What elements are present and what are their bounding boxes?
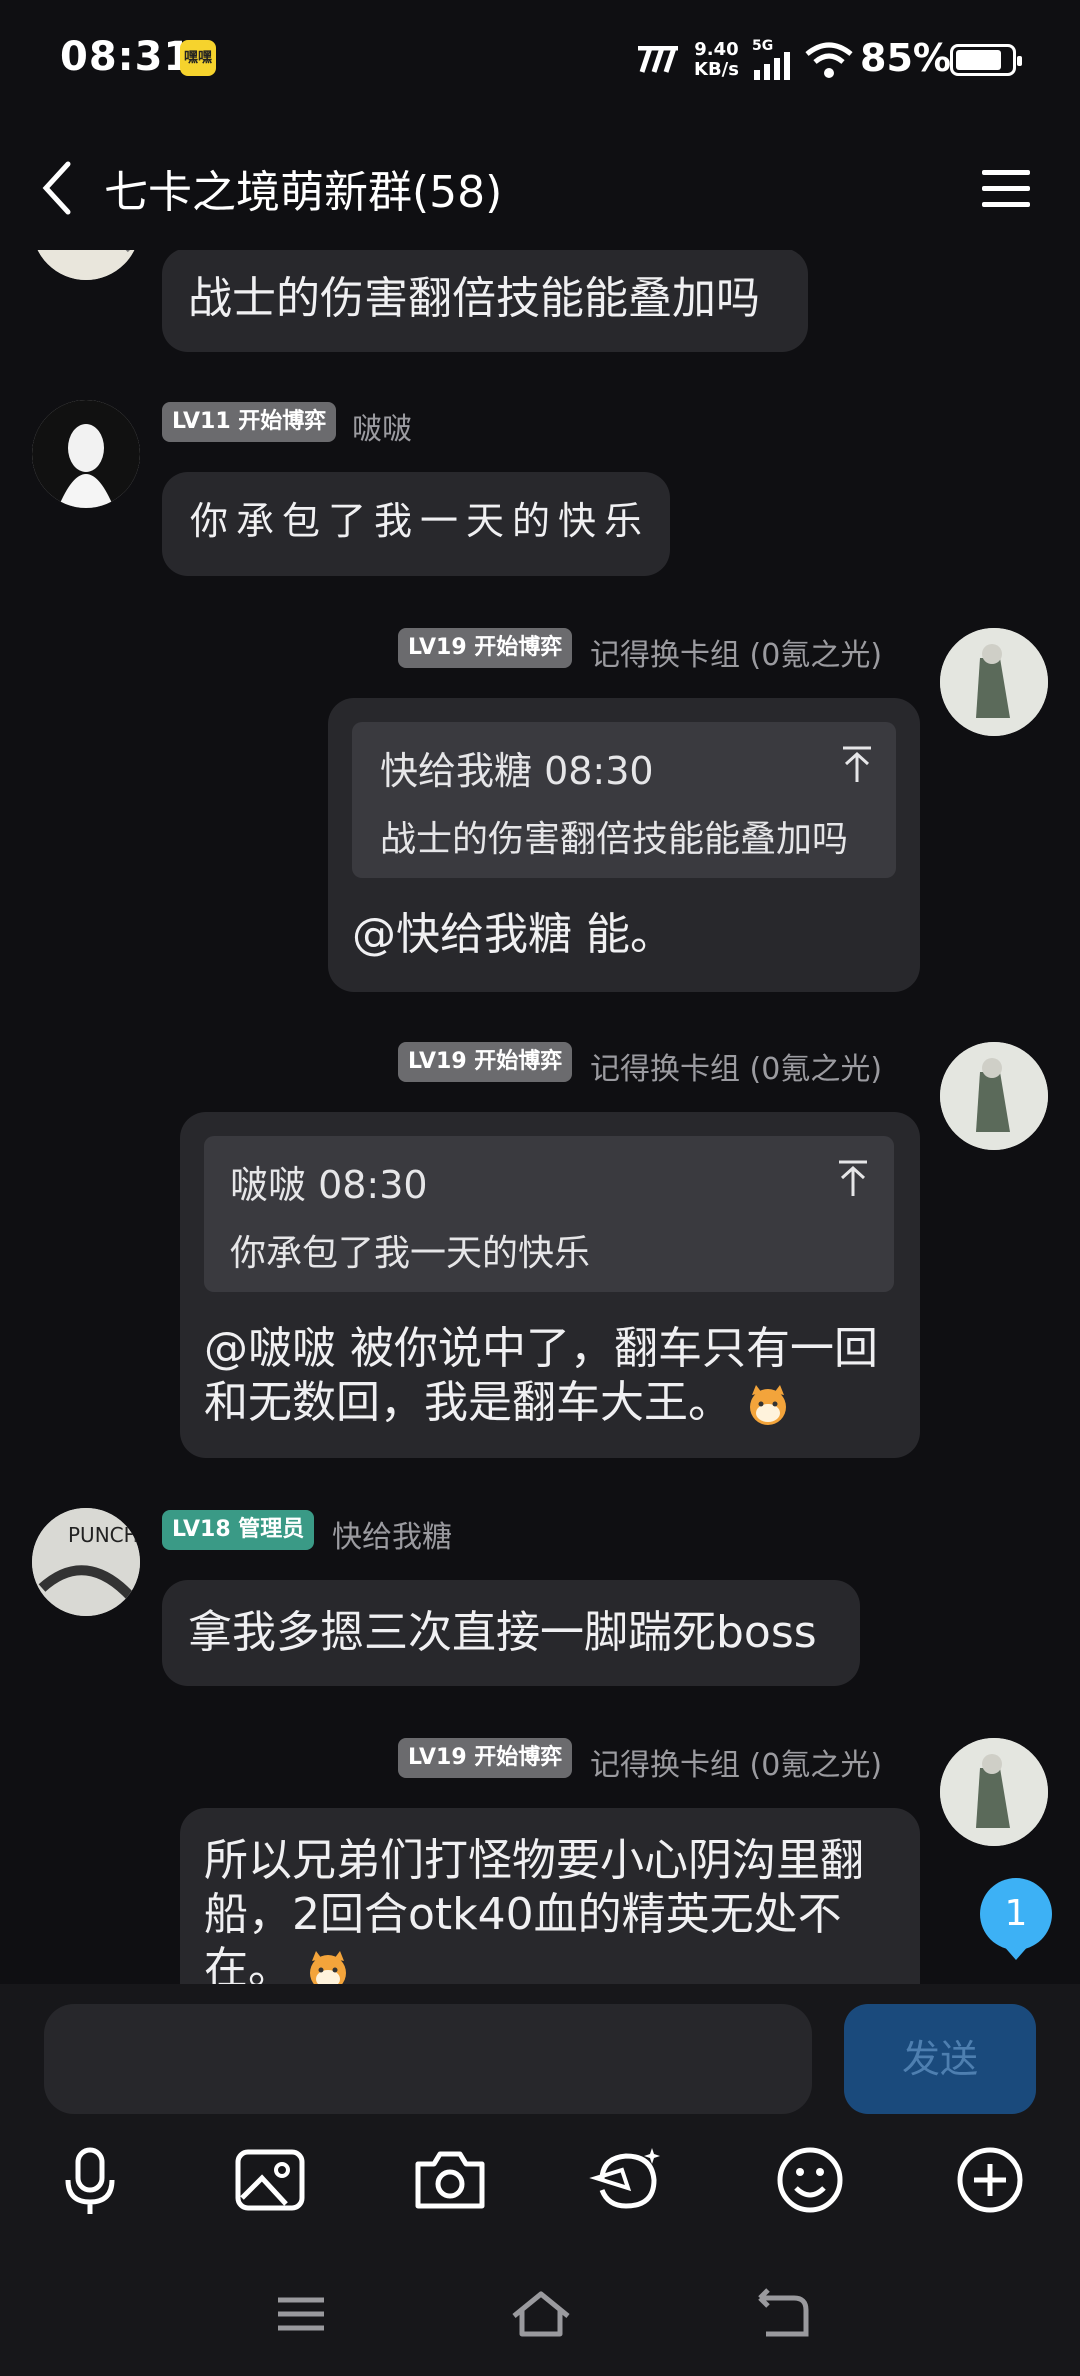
plus-icon[interactable]: [950, 2140, 1030, 2220]
message-input[interactable]: [44, 2004, 812, 2114]
nav-home-icon[interactable]: [506, 2284, 576, 2344]
quote-block[interactable]: 啵啵 08:30 你承包了我一天的快乐: [204, 1136, 894, 1292]
message-text-line: 所以兄弟们打怪物要小心阴沟里翻: [204, 1835, 864, 1886]
quote-author: 啵啵 08:30: [230, 1163, 428, 1207]
quote-text: 你承包了我一天的快乐: [230, 1233, 591, 1274]
camera-icon[interactable]: [410, 2140, 490, 2220]
back-arrow-icon[interactable]: [38, 158, 78, 218]
unread-count-badge[interactable]: 1: [980, 1878, 1052, 1960]
sticker-icon[interactable]: [588, 2140, 668, 2220]
group-title[interactable]: 七卡之境萌新群(58): [104, 156, 502, 220]
avatar[interactable]: PUNCH: [32, 1508, 140, 1616]
quote-block[interactable]: 快给我糖 08:30 战士的伤害翻倍技能能叠加吗: [352, 722, 896, 878]
nfc-icon: [638, 46, 678, 73]
avatar[interactable]: [32, 400, 140, 508]
message-bubble[interactable]: 拿我多摁三次直接一脚踹死boss: [162, 1580, 860, 1686]
level-badge: LV19 开始博弈: [398, 1042, 573, 1082]
quote-author: 快给我糖 08:30: [380, 749, 654, 793]
sender-name: 记得换卡组 (0氪之光): [590, 1052, 883, 1087]
chat-header: 七卡之境萌新群(58): [0, 120, 1080, 250]
level-badge: LV19 开始博弈: [398, 628, 573, 668]
message-text: 拿我多摁三次直接一脚踹死boss: [188, 1607, 817, 1658]
menu-icon[interactable]: [978, 158, 1034, 218]
message-text-line: @啵啵 被你说中了，翻车只有一回: [204, 1323, 878, 1374]
sender-name[interactable]: 啵啵: [352, 404, 412, 448]
sender-name[interactable]: 快给我糖: [332, 1512, 452, 1556]
jump-to-original-icon[interactable]: [836, 1158, 870, 1198]
message-text-line: 船，2回合otk40血的精英无处不: [204, 1889, 842, 1940]
message-bubble[interactable]: 快给我糖 08:30 战士的伤害翻倍技能能叠加吗 @快给我糖 能。: [328, 698, 920, 992]
admin-badge: LV18 管理员: [162, 1510, 315, 1550]
message-text: 战士的伤害翻倍技能能叠加吗: [188, 273, 760, 324]
status-bar: 08:31 嘿嘿 9.40 KB/s 5G 85%: [0, 0, 1080, 120]
avatar[interactable]: [940, 1738, 1048, 1846]
input-area: 发送: [0, 1984, 1080, 2376]
emoji-icon[interactable]: [770, 2140, 850, 2220]
notification-badge-icon: 嘿嘿: [180, 40, 216, 76]
send-button[interactable]: 发送: [844, 2004, 1036, 2114]
message-text-line: 和无数回，我是翻车大王。: [204, 1376, 790, 1430]
message-text: 你承包了我一天的快乐: [190, 499, 651, 543]
image-icon[interactable]: [230, 2140, 310, 2220]
message-text: @快给我糖 能。: [352, 909, 674, 960]
sender-name: 记得换卡组 (0氪之光): [590, 1748, 883, 1783]
svg-text:PUNCH: PUNCH: [68, 1523, 139, 1547]
level-badge: LV11 开始博弈: [162, 402, 337, 442]
sender-name: 记得换卡组 (0氪之光): [590, 638, 883, 673]
level-badge: LV19 开始博弈: [398, 1738, 573, 1778]
battery-icon: [950, 44, 1022, 76]
signal-icon: [754, 52, 790, 80]
net-speed: 9.40 KB/s: [694, 39, 739, 80]
battery-percent: 85%: [860, 36, 951, 80]
message-bubble[interactable]: 你承包了我一天的快乐: [162, 472, 670, 576]
wifi-icon: [805, 42, 853, 78]
mic-icon[interactable]: [50, 2140, 130, 2220]
quote-text: 战士的伤害翻倍技能能叠加吗: [380, 819, 849, 860]
nav-back-icon[interactable]: [746, 2284, 816, 2344]
nav-menu-icon[interactable]: [266, 2284, 336, 2344]
shiba-emoji-icon: [750, 1385, 786, 1425]
message-bubble[interactable]: 啵啵 08:30 你承包了我一天的快乐 @啵啵 被你说中了，翻车只有一回 和无数…: [180, 1112, 920, 1458]
avatar[interactable]: [940, 628, 1048, 736]
jump-to-original-icon[interactable]: [840, 744, 874, 784]
message-bubble[interactable]: 战士的伤害翻倍技能能叠加吗: [162, 248, 808, 352]
avatar[interactable]: [940, 1042, 1048, 1150]
status-time: 08:31: [60, 34, 193, 80]
